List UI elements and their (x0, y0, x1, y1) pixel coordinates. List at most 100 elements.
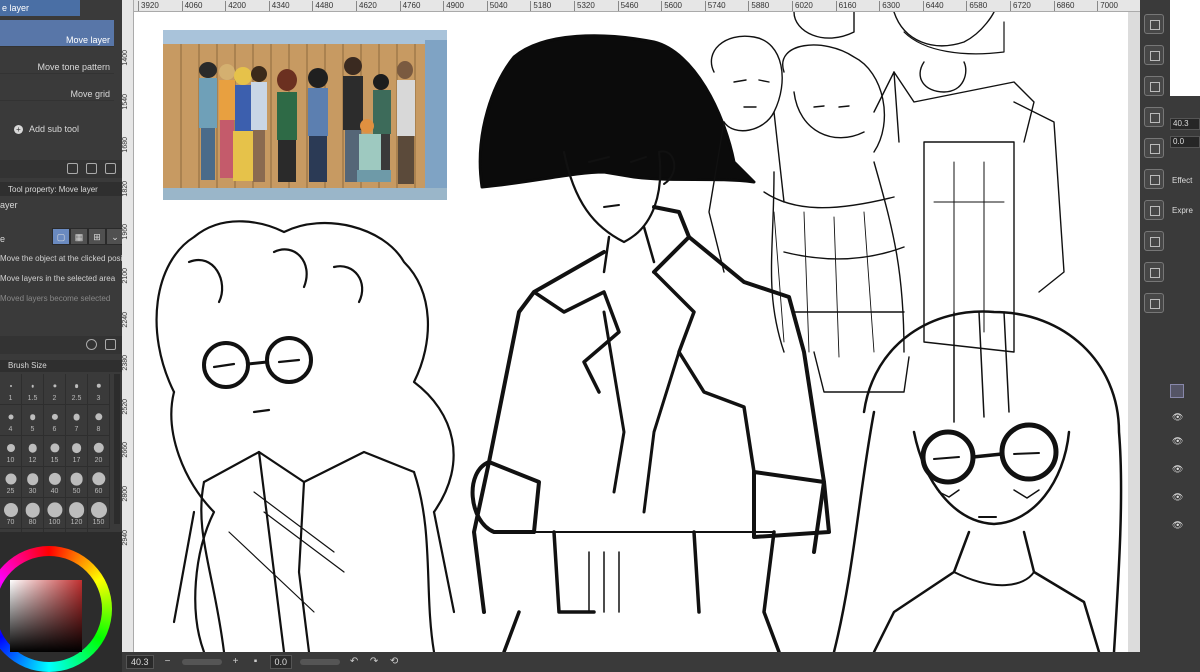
option-move-object-clicked[interactable]: Move the object at the clicked position (0, 254, 122, 263)
ruler-top-tick: 6300 (879, 1, 900, 11)
brush-size-cell[interactable]: 2 (44, 374, 66, 405)
fit-icon[interactable]: ▪ (250, 656, 262, 668)
brush-size-cell[interactable]: 100 (44, 498, 66, 529)
brush-size-cell[interactable]: 6 (44, 405, 66, 436)
ruler-left-tick: 2800 (122, 486, 129, 502)
ruler-top-tick: 5880 (748, 1, 769, 11)
brush-dot-icon (90, 502, 107, 518)
reset-rotation-icon[interactable]: ⟲ (388, 656, 400, 668)
eye-icon[interactable]: 👁 (1172, 464, 1184, 474)
brush-dot-icon (48, 472, 61, 486)
ruler-top-tick: 5740 (704, 1, 726, 11)
right-character-sketch (832, 310, 1123, 652)
brush-size-cell[interactable]: 30 (22, 467, 44, 498)
export-icon[interactable] (1144, 293, 1164, 313)
brush-size-scrollbar[interactable] (114, 374, 120, 524)
brush-size-cell[interactable]: 50 (66, 467, 88, 498)
brush-size-cell[interactable]: 40 (44, 467, 66, 498)
brush-size-label: 7 (74, 426, 79, 433)
layer-button-icon[interactable] (1170, 384, 1184, 398)
import-layer-icon[interactable] (1144, 200, 1164, 220)
drawing-canvas[interactable] (134, 12, 1128, 652)
brush-size-cell[interactable]: 15 (44, 436, 66, 467)
mode-checker-icon[interactable]: ▦ (70, 228, 88, 245)
brush-size-cell[interactable]: 2.5 (66, 374, 88, 405)
tool-property-header: Tool property: Move layer (0, 182, 122, 196)
download-icon[interactable] (86, 339, 97, 350)
ruler-top-tick: 4340 (268, 1, 290, 11)
eye-icon[interactable]: 👁 (1172, 412, 1184, 422)
brush-size-cell[interactable]: 1.5 (22, 374, 44, 405)
rotation-slider[interactable] (300, 659, 341, 665)
brush-dot-icon (51, 413, 58, 421)
mode-layer-icon[interactable]: ▢ (52, 228, 70, 245)
subtool-move-layer[interactable]: Move layer (0, 20, 114, 47)
camera-icon[interactable] (1144, 262, 1164, 282)
brush-size-cell[interactable]: 20 (88, 436, 110, 467)
close-layer-icon[interactable] (1144, 76, 1164, 96)
brush-size-label: 50 (72, 488, 81, 495)
duplicate-icon[interactable] (86, 163, 97, 174)
brush-size-cell[interactable]: 10 (0, 436, 22, 467)
zoom-field[interactable]: 40.3 (126, 655, 154, 669)
brush-size-cell[interactable]: 150 (88, 498, 110, 529)
option-moved-layers-selected[interactable]: Moved layers become selected (0, 294, 110, 303)
rotation-field[interactable]: 0.0 (269, 655, 293, 669)
brush-size-cell[interactable]: 120 (66, 498, 88, 529)
mode-dropdown-icon[interactable]: ⌄ (106, 228, 122, 245)
import-icon[interactable] (67, 163, 78, 174)
brush-size-cell[interactable]: 60 (88, 467, 110, 498)
subtool-icon-row (0, 160, 122, 178)
eye-icon[interactable]: 👁 (1172, 520, 1184, 530)
rotate-left-icon[interactable]: ↶ (348, 656, 360, 668)
mode-grid-icon[interactable]: ⊞ (88, 228, 106, 245)
brush-size-cell[interactable]: 70 (0, 498, 22, 529)
navigator-thumbnail[interactable] (1170, 0, 1200, 96)
palette-icon[interactable] (1144, 169, 1164, 189)
saturation-value-square[interactable] (10, 580, 82, 652)
brush-size-cell[interactable]: 3 (88, 374, 110, 405)
ruler-top-tick: 5180 (530, 1, 551, 11)
ruler-top-tick: 5040 (486, 1, 508, 11)
ruler-top-tick: 3920 (138, 1, 159, 11)
brush-size-cell[interactable]: 12 (22, 436, 44, 467)
add-subtool-button[interactable]: + Add sub tool (0, 101, 114, 141)
right-panel: 40.3 0.0 Effect Expre 👁 👁 👁 👁 👁 (1140, 0, 1200, 672)
eye-icon[interactable]: 👁 (1172, 436, 1184, 446)
brush-size-cell[interactable]: 17 (66, 436, 88, 467)
brush-size-cell[interactable]: 80 (22, 498, 44, 529)
eye-icon[interactable]: 👁 (1172, 492, 1184, 502)
brush-size-label: 2.5 (71, 395, 82, 402)
left-panel: e layer Move layer Move tone pattern Mov… (0, 0, 122, 672)
brush-size-label: 8 (96, 426, 101, 433)
brush-size-cell[interactable]: 7 (66, 405, 88, 436)
pattern-icon[interactable] (1144, 107, 1164, 127)
wrench-icon[interactable] (105, 339, 116, 350)
brush-size-cell[interactable]: 5 (22, 405, 44, 436)
save-icon[interactable] (1144, 45, 1164, 65)
brush-size-cell[interactable]: 1 (0, 374, 22, 405)
zoom-slider[interactable] (181, 659, 222, 665)
navigator-zoom-field[interactable]: 40.3 (1170, 118, 1200, 130)
brush-dot-icon (52, 384, 57, 388)
ruler-left-tick: 1540 (122, 93, 129, 110)
canvas-vertical-scrollbar[interactable] (1128, 12, 1140, 652)
brush-size-cell[interactable]: 25 (0, 467, 22, 498)
zoom-in-icon[interactable]: + (230, 656, 242, 668)
subtool-move-tone-pattern[interactable]: Move tone pattern (0, 47, 114, 74)
tool-tab-move-layer[interactable]: e layer (0, 0, 80, 16)
layer-settings-icon[interactable] (1144, 138, 1164, 158)
trash-icon[interactable] (105, 163, 116, 174)
brush-dot-icon (91, 472, 106, 486)
check-icon[interactable] (1144, 231, 1164, 251)
subtool-move-grid[interactable]: Move grid (0, 74, 114, 101)
rotate-right-icon[interactable]: ↷ (368, 656, 380, 668)
navigator-angle-field[interactable]: 0.0 (1170, 136, 1200, 148)
option-move-layers-selected-area[interactable]: Move layers in the selected area (0, 274, 115, 283)
brush-size-cell[interactable]: 8 (88, 405, 110, 436)
brush-size-cell[interactable]: 4 (0, 405, 22, 436)
brush-dot-icon (49, 443, 60, 453)
ruler-top-tick: 4900 (443, 1, 464, 11)
delete-icon[interactable] (1144, 14, 1164, 34)
zoom-out-icon[interactable]: − (162, 656, 174, 668)
